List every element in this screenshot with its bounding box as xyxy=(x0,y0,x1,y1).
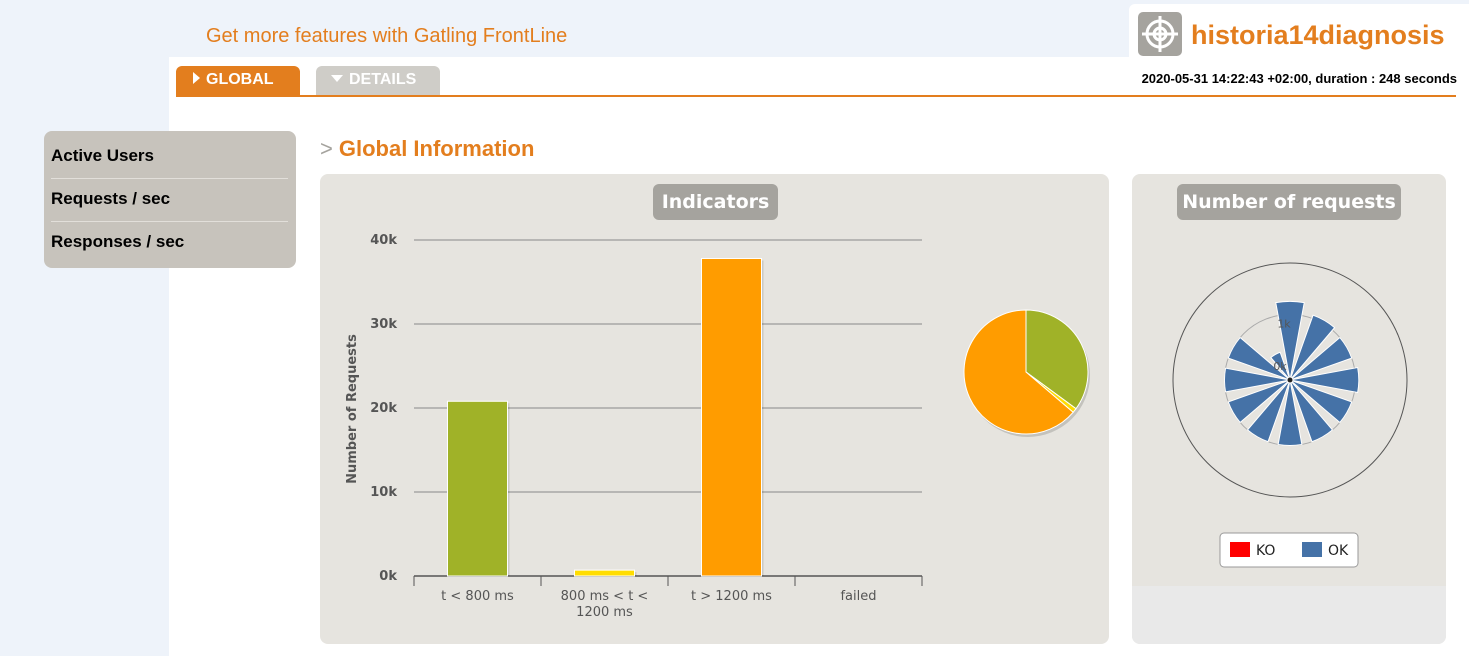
sidebar: Active Users Requests / sec Responses / … xyxy=(44,131,296,268)
requests-panel: Number of requests 0k 1k KO OK xyxy=(1132,174,1446,644)
polar-center-dot xyxy=(1287,377,1293,383)
brand-header: historia14diagnosis xyxy=(1129,4,1469,62)
tab-details[interactable]: DETAILS xyxy=(316,66,440,95)
y-tick-label: 0k xyxy=(379,569,397,584)
tab-global[interactable]: GLOBAL xyxy=(176,66,300,95)
x-category-label: t > 1200 ms xyxy=(691,589,772,604)
tab-underline xyxy=(176,95,1456,97)
bar xyxy=(447,400,508,577)
requests-polar-chart: 0k 1k KO OK xyxy=(1172,262,1408,568)
y-tick-label: 40k xyxy=(370,233,397,248)
x-category-label: t < 800 ms xyxy=(441,589,514,604)
section-title-text: Global Information xyxy=(338,136,535,161)
triangle-down-icon xyxy=(331,74,343,82)
y-tick-label: 30k xyxy=(370,317,397,332)
y-tick-label: 20k xyxy=(370,401,397,416)
section-prefix: > xyxy=(320,136,333,161)
sidebar-item-responses-per-sec[interactable]: Responses / sec xyxy=(51,222,288,265)
triangle-right-icon xyxy=(193,72,200,85)
polar-radial-tick: 0k xyxy=(1273,360,1287,373)
tab-global-label: GLOBAL xyxy=(206,71,274,88)
bar xyxy=(701,257,762,577)
indicators-bar-chart: 0k 10k 20k 30k 40k Number of Requests t < 800 … xyxy=(345,233,1090,620)
gatling-target-logo-icon xyxy=(1138,12,1182,56)
y-tick-label: 10k xyxy=(370,485,397,500)
legend-swatch-ok xyxy=(1302,542,1322,557)
x-category-label: 800 ms < t <1200 ms xyxy=(561,589,649,620)
frontline-promo-link[interactable]: Get more features with Gatling FrontLine xyxy=(206,25,567,48)
bar xyxy=(574,569,635,577)
run-info: 2020-05-31 14:22:43 +02:00, duration : 2… xyxy=(1141,71,1457,86)
x-category-label: failed xyxy=(840,589,876,604)
legend-label-ko: KO xyxy=(1256,543,1275,559)
simulation-name: historia14diagnosis xyxy=(1191,20,1445,50)
sidebar-item-active-users[interactable]: Active Users xyxy=(51,136,288,179)
tab-details-label: DETAILS xyxy=(349,71,417,88)
sidebar-item-requests-per-sec[interactable]: Requests / sec xyxy=(51,179,288,222)
legend-swatch-ko xyxy=(1230,542,1250,557)
section-title: > Global Information xyxy=(320,136,534,162)
requests-panel-footer xyxy=(1132,586,1446,644)
y-axis-title: Number of Requests xyxy=(345,334,360,484)
indicators-panel: Indicators 0k 10k 20k 30k 40k Number of Reque… xyxy=(320,174,1109,644)
polar-radial-tick: 1k xyxy=(1277,317,1291,330)
legend-label-ok: OK xyxy=(1328,543,1349,559)
